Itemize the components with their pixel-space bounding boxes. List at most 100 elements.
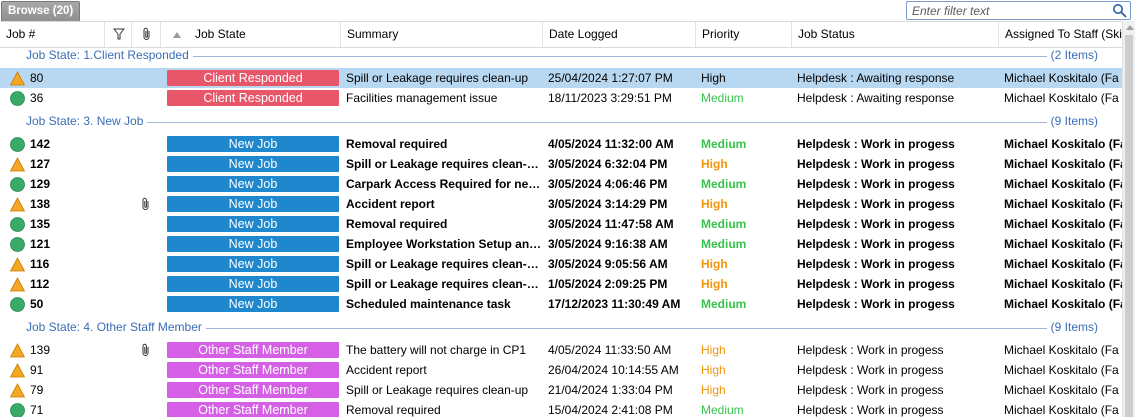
search-icon[interactable] (1112, 3, 1127, 18)
date-logged: 1/05/2024 2:09:25 PM (548, 277, 668, 291)
date-logged: 17/12/2023 11:30:49 AM (548, 297, 681, 311)
priority-value: High (701, 383, 726, 397)
job-state-badge: New Job (167, 196, 339, 212)
column-header-job-number[interactable]: Job # (0, 22, 105, 47)
table-row[interactable]: 91 Other Staff Member Accident report 26/04… (0, 360, 1122, 380)
scroll-thumb[interactable] (1125, 35, 1133, 417)
flag-filter-icon (112, 28, 126, 40)
group-header[interactable]: Job State: 1.Client Responded (2 Items) (0, 46, 1122, 66)
date-logged: 4/05/2024 11:33:50 AM (548, 343, 672, 357)
warning-triangle-icon (10, 277, 25, 292)
assigned-staff: Michael Koskitalo (Fa (1004, 217, 1122, 231)
table-row[interactable]: 135 New Job Removal required 3/05/2024 11:4… (0, 214, 1122, 234)
table-row[interactable]: 139 Other Staff Member The battery will no… (0, 340, 1122, 360)
table-row[interactable]: 112 New Job Spill or Leakage requires clea… (0, 274, 1122, 294)
assigned-staff: Michael Koskitalo (Fa (1004, 403, 1119, 417)
assigned-staff: Michael Koskitalo (Fa (1004, 277, 1122, 291)
job-state-badge: Other Staff Member (167, 382, 339, 398)
table-row[interactable]: 80 Client Responded Spill or Leakage requi… (0, 68, 1122, 88)
table-row[interactable]: 36 Client Responded Facilities management … (0, 88, 1122, 108)
date-logged: 3/05/2024 3:14:29 PM (548, 197, 668, 211)
date-logged: 3/05/2024 4:06:46 PM (548, 177, 668, 191)
status-circle-icon (10, 137, 25, 152)
column-header-job-status[interactable]: Job Status (792, 22, 999, 47)
job-state-badge: New Job (167, 156, 339, 172)
job-state-badge: Client Responded (167, 90, 339, 106)
job-state-badge: New Job (167, 176, 339, 192)
tab-browse[interactable]: Browse (20) (1, 1, 81, 21)
column-header-job-state[interactable]: Job State (161, 22, 341, 47)
date-logged: 3/05/2024 9:16:38 AM (548, 237, 668, 251)
table-row[interactable]: 79 Other Staff Member Spill or Leakage req… (0, 380, 1122, 400)
column-header-attachment[interactable] (132, 22, 161, 47)
priority-value: High (701, 197, 728, 211)
assigned-staff: Michael Koskitalo (Fa (1004, 343, 1119, 357)
warning-triangle-icon (10, 383, 25, 398)
job-number: 138 (30, 197, 51, 211)
vertical-scrollbar[interactable] (1122, 21, 1135, 417)
column-header-summary[interactable]: Summary (341, 22, 543, 47)
table-row[interactable]: 127 New Job Spill or Leakage requires clea… (0, 154, 1122, 174)
job-summary: Spill or Leakage requires clean-up (346, 71, 529, 85)
group-count: (9 Items) (1046, 320, 1098, 334)
group-header[interactable]: Job State: 3. New Job (9 Items) (0, 112, 1122, 132)
assigned-staff: Michael Koskitalo (Fa (1004, 237, 1122, 251)
job-state-badge: Other Staff Member (167, 402, 339, 417)
filter-box (906, 1, 1131, 20)
job-number: 71 (30, 403, 44, 417)
priority-value: High (701, 363, 726, 377)
job-number: 50 (30, 297, 44, 311)
group-count: (2 Items) (1046, 48, 1098, 62)
column-header-job-state-label: Job State (195, 27, 246, 41)
filter-input[interactable] (912, 2, 1102, 19)
group-header[interactable]: Job State: 4. Other Staff Member (9 Items… (0, 318, 1122, 338)
status-circle-icon (10, 237, 25, 252)
table-row[interactable]: 71 Other Staff Member Removal required 15/0… (0, 400, 1122, 417)
job-summary: Scheduled maintenance task (346, 297, 511, 311)
job-status: Helpdesk : Awaiting response (797, 91, 955, 105)
priority-value: High (701, 71, 726, 85)
table-row[interactable]: 129 New Job Carpark Access Required for ne… (0, 174, 1122, 194)
job-summary: Removal required (346, 217, 448, 231)
scroll-up-arrow-icon[interactable] (1126, 25, 1134, 30)
assigned-staff: Michael Koskitalo (Fa (1004, 137, 1122, 151)
job-summary: Spill or Leakage requires clean-… (346, 257, 539, 271)
table-row[interactable]: 116 New Job Spill or Leakage requires clea… (0, 254, 1122, 274)
job-number: 142 (30, 137, 51, 151)
warning-triangle-icon (10, 157, 25, 172)
table-row[interactable]: 121 New Job Employee Workstation Setup an…… (0, 234, 1122, 254)
job-state-badge: New Job (167, 216, 339, 232)
job-summary: The battery will not charge in CP1 (346, 343, 527, 357)
column-header-assigned[interactable]: Assigned To Staff (Ski (999, 22, 1122, 47)
warning-triangle-icon (10, 197, 25, 212)
status-circle-icon (10, 177, 25, 192)
job-status: Helpdesk : Work in progess (797, 157, 955, 171)
job-status: Helpdesk : Work in progess (797, 297, 955, 311)
column-header: Job # Job State Summary Date Logged Prio… (0, 21, 1122, 48)
table-row[interactable]: 142 New Job Removal required 4/05/2024 11:3… (0, 134, 1122, 154)
warning-triangle-icon (10, 343, 25, 358)
column-header-flag[interactable] (105, 22, 132, 47)
job-number: 135 (30, 217, 51, 231)
job-summary: Spill or Leakage requires clean-up (346, 383, 529, 397)
assigned-staff: Michael Koskitalo (Fa (1004, 197, 1122, 211)
job-number: 80 (30, 71, 44, 85)
assigned-staff: Michael Koskitalo (Fa (1004, 383, 1119, 397)
status-circle-icon (10, 403, 25, 417)
table-row[interactable]: 138 New Job Accident report 3/05/2024 3:14:… (0, 194, 1122, 214)
priority-value: Medium (701, 137, 747, 151)
group-label: Job State: 4. Other Staff Member (26, 320, 206, 334)
date-logged: 15/04/2024 2:41:08 PM (548, 403, 673, 417)
job-state-badge: Other Staff Member (167, 362, 339, 378)
job-summary: Removal required (346, 137, 448, 151)
date-logged: 18/11/2023 3:29:51 PM (548, 91, 672, 105)
column-header-date-logged[interactable]: Date Logged (543, 22, 696, 47)
group-count: (9 Items) (1046, 114, 1098, 128)
job-summary: Facilities management issue (346, 91, 498, 105)
job-state-badge: New Job (167, 256, 339, 272)
priority-value: Medium (701, 91, 744, 105)
priority-value: High (701, 343, 726, 357)
column-header-priority[interactable]: Priority (696, 22, 792, 47)
group-divider (26, 122, 1090, 123)
table-row[interactable]: 50 New Job Scheduled maintenance task 17/12… (0, 294, 1122, 314)
